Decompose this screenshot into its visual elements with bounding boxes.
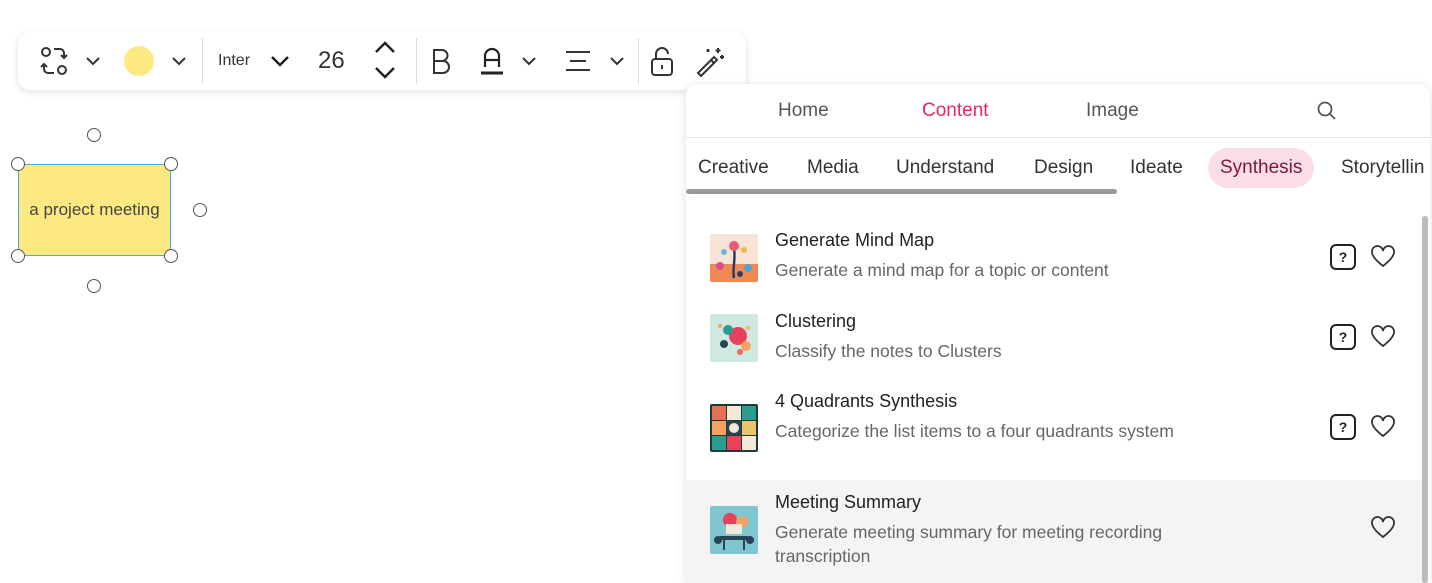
item-title: Generate Mind Map [775, 230, 935, 250]
category-understand[interactable]: Understand [884, 148, 1006, 188]
chevron-down-icon[interactable] [168, 50, 190, 72]
heart-icon[interactable] [1370, 415, 1396, 444]
heart-icon[interactable] [1370, 516, 1396, 545]
category-tabs: Creative Media Understand Design Ideate … [686, 148, 1430, 188]
category-media[interactable]: Media [795, 148, 871, 188]
heart-icon[interactable] [1370, 325, 1396, 354]
text-color-icon[interactable] [478, 45, 506, 77]
resize-handle-bottom-right[interactable] [164, 249, 178, 263]
toolbar-divider [638, 38, 639, 84]
mind-map-thumbnail [710, 234, 758, 282]
list-item[interactable]: Clustering Classify the notes to Cluster… [686, 298, 1422, 374]
category-scrollbar[interactable] [686, 189, 1117, 194]
resize-handle-top-right[interactable] [164, 157, 178, 171]
clustering-thumbnail [710, 314, 758, 362]
tab-home[interactable]: Home [778, 100, 829, 122]
font-size-field[interactable]: 26 [318, 46, 345, 76]
item-description: Categorize the list items to a four quad… [775, 421, 1174, 441]
format-toolbar: Inter 26 [18, 32, 746, 90]
item-description: Generate meeting summary for meeting rec… [775, 522, 1163, 566]
item-title: Meeting Summary [775, 492, 922, 512]
align-icon[interactable] [564, 48, 592, 74]
quadrants-thumbnail [710, 404, 758, 452]
tab-content[interactable]: Content [922, 100, 989, 122]
item-title: Clustering [775, 311, 857, 331]
sticky-note-text: a project meeting [29, 200, 160, 219]
meeting-summary-thumbnail [710, 506, 758, 554]
toolbar-divider [416, 38, 417, 84]
list-item[interactable]: 4 Quadrants Synthesis Categorize the lis… [686, 378, 1422, 478]
chevron-down-icon[interactable] [518, 50, 540, 72]
chevron-down-icon[interactable] [606, 50, 628, 72]
category-storytelling[interactable]: Storytellin [1329, 148, 1430, 188]
fill-color-button[interactable] [124, 46, 154, 76]
resize-handle-top-left[interactable] [11, 157, 25, 171]
help-icon[interactable]: ? [1330, 324, 1356, 350]
shape-swap-icon[interactable] [36, 44, 72, 78]
font-size-value: 26 [318, 47, 345, 74]
magic-wand-icon[interactable] [694, 44, 726, 78]
search-icon[interactable] [1316, 100, 1338, 127]
connector-handle-bottom[interactable] [87, 279, 101, 293]
tab-image[interactable]: Image [1086, 100, 1139, 122]
category-creative[interactable]: Creative [686, 148, 781, 188]
connector-handle-right[interactable] [193, 203, 207, 217]
chevron-up-icon[interactable] [372, 38, 398, 58]
ai-panel: Home Content Image Creative Media Unders… [686, 84, 1430, 583]
sticky-note[interactable]: a project meeting [18, 164, 171, 256]
font-family-value: Inter [218, 52, 251, 69]
chevron-down-icon[interactable] [372, 62, 398, 82]
chevron-down-icon[interactable] [82, 50, 104, 72]
toolbar-divider [202, 38, 203, 84]
category-design[interactable]: Design [1022, 148, 1105, 188]
chevron-down-icon[interactable] [268, 49, 292, 73]
list-scrollbar[interactable] [1422, 216, 1428, 583]
resize-handle-bottom-left[interactable] [11, 249, 25, 263]
category-synthesis[interactable]: Synthesis [1208, 148, 1315, 188]
panel-tabs: Home Content Image [686, 84, 1430, 138]
font-family-select[interactable]: Inter [218, 49, 250, 73]
unlock-icon[interactable] [648, 44, 676, 78]
item-description: Generate a mind map for a topic or conte… [775, 260, 1109, 280]
item-title: 4 Quadrants Synthesis [775, 391, 958, 411]
heart-icon[interactable] [1370, 245, 1396, 274]
category-ideate[interactable]: Ideate [1118, 148, 1195, 188]
item-description: Classify the notes to Clusters [775, 341, 1002, 361]
connector-handle-top[interactable] [87, 128, 101, 142]
help-icon[interactable]: ? [1330, 244, 1356, 270]
bold-icon[interactable] [428, 45, 454, 77]
help-icon[interactable]: ? [1330, 414, 1356, 440]
list-item[interactable]: Meeting Summary Generate meeting summary… [686, 480, 1422, 583]
color-swatch [124, 46, 154, 76]
list-item[interactable]: Generate Mind Map Generate a mind map fo… [686, 218, 1422, 294]
